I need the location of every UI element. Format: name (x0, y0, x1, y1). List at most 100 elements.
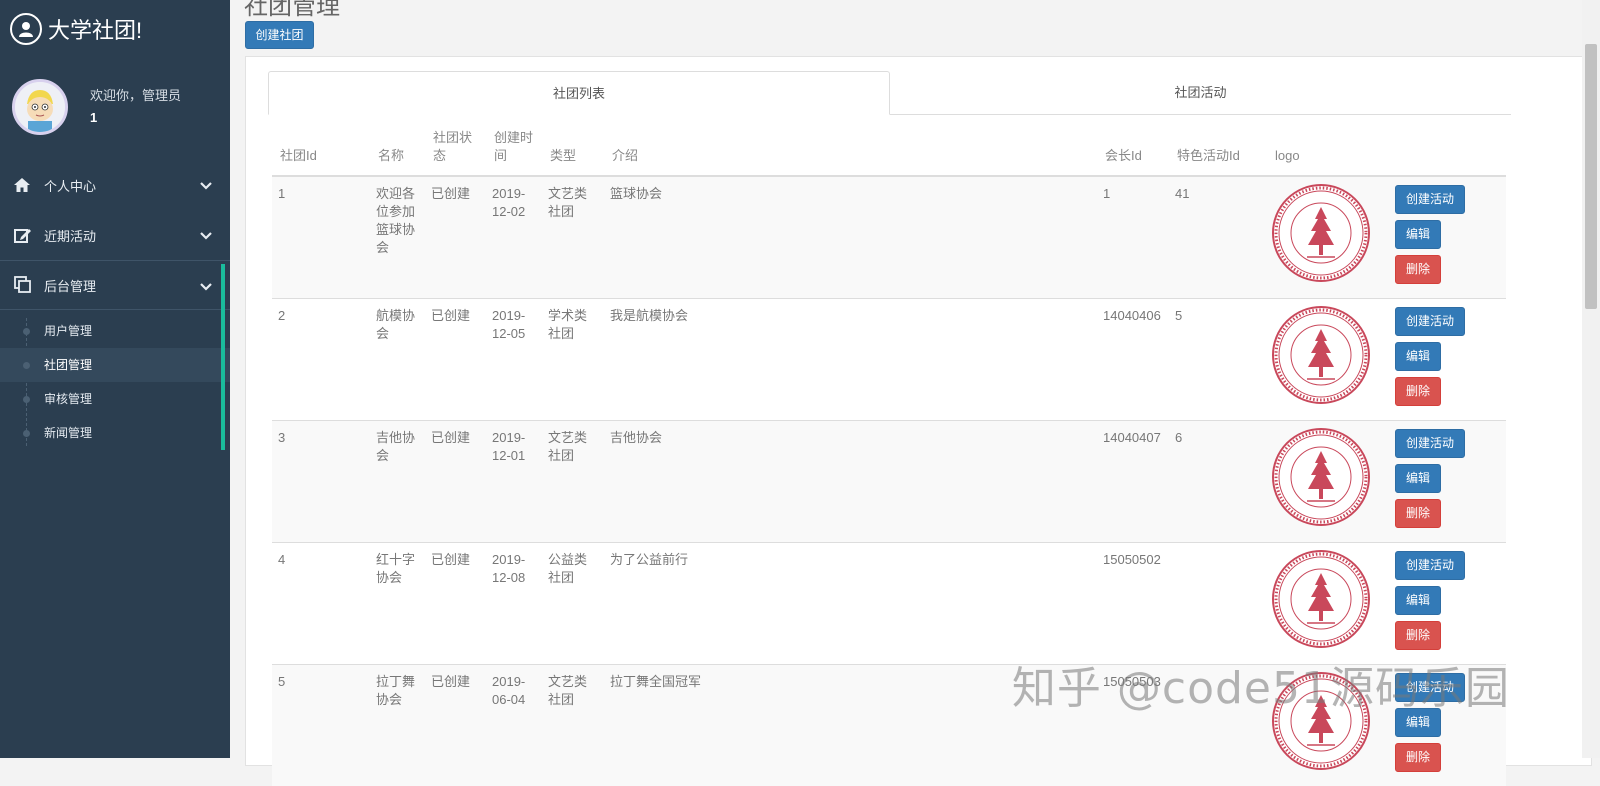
column-header: 名称 (370, 123, 425, 176)
cell-activity: 5 (1169, 299, 1267, 421)
home-icon (14, 178, 36, 192)
table-row: 3吉他协会已创建2019-12-01文艺类社团吉他协会140404076 创建活… (272, 421, 1506, 543)
cell-created: 2019-12-01 (486, 421, 542, 543)
sidebar-menu: 个人中心 近期活动 后台管理 用户管理 社团管理 (0, 160, 230, 454)
delete-button[interactable]: 删除 (1395, 499, 1441, 528)
user-id: 1 (90, 107, 181, 129)
cell-name: 拉丁舞协会 (370, 665, 425, 786)
column-header: logo (1267, 123, 1389, 176)
cell-status: 已创建 (425, 543, 486, 665)
cell-actions: 创建活动编辑删除 (1389, 176, 1506, 299)
edit-button[interactable]: 编辑 (1395, 342, 1441, 371)
cell-name: 航模协会 (370, 299, 425, 421)
cell-type: 公益类社团 (542, 543, 604, 665)
column-header: 社团Id (272, 123, 370, 176)
tab-club-activities[interactable]: 社团活动 (890, 71, 1511, 115)
menu-item-admin[interactable]: 后台管理 (0, 260, 230, 310)
create-activity-button[interactable]: 创建活动 (1395, 185, 1465, 214)
edit-button[interactable]: 编辑 (1395, 586, 1441, 615)
menu-item-label: 个人中心 (44, 176, 96, 195)
cell-created: 2019-12-02 (486, 176, 542, 299)
cell-intro: 我是航模协会 (604, 299, 1097, 421)
column-header: 类型 (542, 123, 604, 176)
submenu-label: 用户管理 (44, 324, 92, 338)
edit-icon (14, 227, 36, 243)
cell-president: 14040406 (1097, 299, 1169, 421)
cell-name: 欢迎各位参加篮球协会 (370, 176, 425, 299)
menu-item-personal-center[interactable]: 个人中心 (0, 160, 230, 210)
cell-actions: 创建活动编辑删除 (1389, 543, 1506, 665)
cell-president: 14040407 (1097, 421, 1169, 543)
create-club-button[interactable]: 创建社团 (245, 21, 314, 49)
watermark: 知乎 @code51源码乐园 (1012, 652, 1510, 716)
cell-id: 4 (272, 543, 370, 665)
cell-actions: 创建活动编辑删除 (1389, 299, 1506, 421)
chevron-down-icon (200, 279, 212, 294)
cell-intro: 为了公益前行 (604, 543, 1097, 665)
menu-item-recent-activities[interactable]: 近期活动 (0, 210, 230, 260)
tab-bar: 社团列表 社团活动 (268, 71, 1511, 115)
club-logo-seal (1271, 183, 1371, 283)
vertical-scrollbar[interactable] (1582, 0, 1600, 758)
cell-created: 2019-12-05 (486, 299, 542, 421)
edit-button[interactable]: 编辑 (1395, 464, 1441, 493)
cell-status: 已创建 (425, 665, 486, 786)
cell-type: 学术类社团 (542, 299, 604, 421)
column-header: 创建时间 (486, 123, 542, 176)
welcome-text: 欢迎你，管理员 (90, 85, 181, 107)
submenu-label: 新闻管理 (44, 426, 92, 440)
cell-name: 吉他协会 (370, 421, 425, 543)
admin-submenu: 用户管理 社团管理 审核管理 新闻管理 (0, 310, 230, 454)
chevron-down-icon (200, 178, 212, 193)
cell-activity: 6 (1169, 421, 1267, 543)
cell-id: 5 (272, 665, 370, 786)
column-header: 介绍 (604, 123, 1097, 176)
edit-button[interactable]: 编辑 (1395, 220, 1441, 249)
cell-type: 文艺类社团 (542, 421, 604, 543)
sidebar: 大学社团! 欢迎你，管理员 1 个人中心 (0, 0, 230, 758)
column-header-actions (1389, 123, 1506, 176)
page-title: 社团管理 (244, 0, 340, 21)
cell-intro: 吉他协会 (604, 421, 1097, 543)
delete-button[interactable]: 删除 (1395, 621, 1441, 650)
submenu-item-review-management[interactable]: 审核管理 (0, 382, 230, 416)
create-activity-button[interactable]: 创建活动 (1395, 429, 1465, 458)
delete-button[interactable]: 删除 (1395, 255, 1441, 284)
submenu-item-user-management[interactable]: 用户管理 (0, 314, 230, 348)
submenu-item-club-management[interactable]: 社团管理 (0, 348, 230, 382)
bullet-icon (23, 396, 30, 403)
cell-created: 2019-06-04 (486, 665, 542, 786)
chevron-down-icon (200, 228, 212, 243)
club-logo-seal (1271, 427, 1371, 527)
create-activity-button[interactable]: 创建活动 (1395, 307, 1465, 336)
bullet-icon (23, 362, 30, 369)
cell-created: 2019-12-08 (486, 543, 542, 665)
cell-status: 已创建 (425, 176, 486, 299)
cell-type: 文艺类社团 (542, 176, 604, 299)
bullet-icon (23, 430, 30, 437)
cell-id: 3 (272, 421, 370, 543)
cell-activity: 41 (1169, 176, 1267, 299)
cell-logo (1267, 421, 1389, 543)
cell-president: 15050502 (1097, 543, 1169, 665)
avatar[interactable] (12, 79, 68, 135)
cell-intro: 篮球协会 (604, 176, 1097, 299)
cell-actions: 创建活动编辑删除 (1389, 421, 1506, 543)
table-row: 1欢迎各位参加篮球协会已创建2019-12-02文艺类社团篮球协会141 创建活… (272, 176, 1506, 299)
copy-icon (14, 276, 36, 294)
cell-type: 文艺类社团 (542, 665, 604, 786)
submenu-item-news-management[interactable]: 新闻管理 (0, 416, 230, 450)
column-header: 特色活动Id (1169, 123, 1267, 176)
create-activity-button[interactable]: 创建活动 (1395, 551, 1465, 580)
table-row: 2航模协会已创建2019-12-05学术类社团我是航模协会140404065 创… (272, 299, 1506, 421)
cell-id: 1 (272, 176, 370, 299)
tab-club-list[interactable]: 社团列表 (268, 71, 890, 115)
column-header: 社团状态 (425, 123, 486, 176)
brand[interactable]: 大学社团! (0, 0, 230, 58)
club-logo-seal (1271, 305, 1371, 405)
cell-logo (1267, 176, 1389, 299)
delete-button[interactable]: 删除 (1395, 377, 1441, 406)
cell-status: 已创建 (425, 421, 486, 543)
scrollbar-thumb[interactable] (1585, 44, 1597, 309)
cell-logo (1267, 299, 1389, 421)
